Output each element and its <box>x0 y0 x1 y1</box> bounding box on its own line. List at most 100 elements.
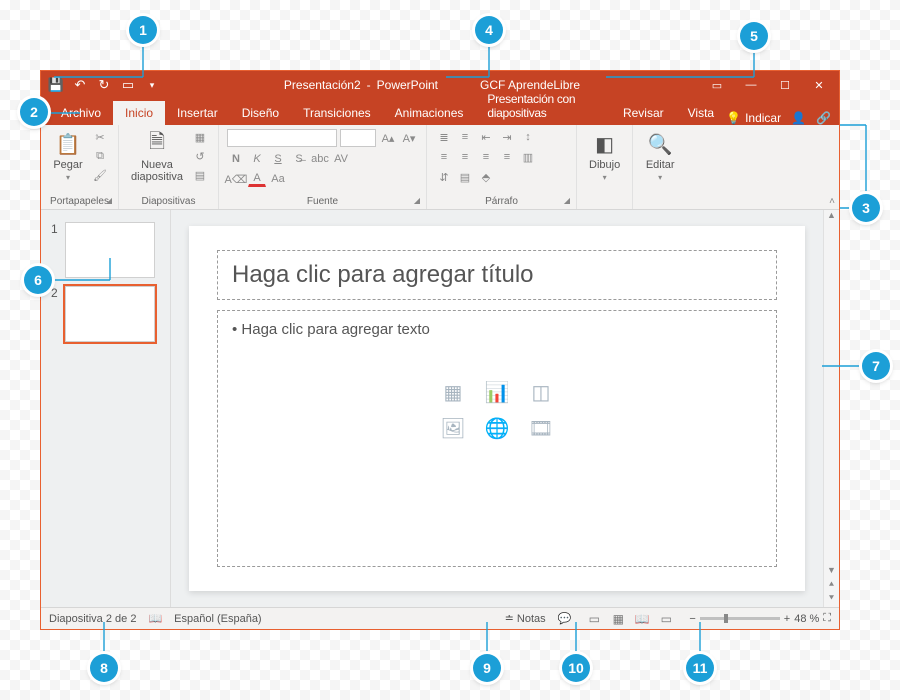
vertical-scrollbar[interactable]: ▲ ▼ ⯅ ⯆ <box>823 210 839 607</box>
tab-insertar[interactable]: Insertar <box>165 101 230 125</box>
section-icon[interactable]: ▤ <box>191 167 209 183</box>
clear-format-icon[interactable]: A⌫ <box>227 171 245 187</box>
lightbulb-icon: 💡 <box>726 111 741 125</box>
chevron-down-icon: ▾ <box>66 173 70 182</box>
normal-view-icon[interactable]: ▭ <box>583 611 605 627</box>
zoom-percent[interactable]: 48 % <box>794 613 819 625</box>
qat-customize-icon[interactable]: ▾ <box>141 74 163 96</box>
line-spacing-icon[interactable]: ↕ <box>519 129 537 145</box>
zoom-slider[interactable] <box>700 617 780 620</box>
bold-icon[interactable]: N <box>227 151 245 167</box>
maximize-icon[interactable]: ☐ <box>769 74 801 96</box>
start-slideshow-icon[interactable]: ▭ <box>117 74 139 96</box>
tab-revisar[interactable]: Revisar <box>611 101 676 125</box>
dialog-launcher-icon[interactable]: ◢ <box>564 196 570 205</box>
share-icon[interactable]: 🔗 <box>816 111 831 125</box>
callout-8: 8 <box>90 654 118 682</box>
fit-window-icon[interactable]: ⛶ <box>823 612 831 625</box>
font-family-select[interactable] <box>227 129 337 147</box>
collapse-ribbon-icon[interactable]: ˄ <box>829 196 835 207</box>
minimize-icon[interactable]: — <box>735 74 767 96</box>
columns-icon[interactable]: ▥ <box>519 149 537 165</box>
close-icon[interactable]: ✕ <box>803 74 835 96</box>
italic-icon[interactable]: K <box>248 151 266 167</box>
insert-online-picture-icon[interactable]: 🌐 <box>479 414 515 442</box>
underline-icon[interactable]: S <box>269 151 287 167</box>
slideshow-view-icon[interactable]: ▭ <box>655 611 677 627</box>
align-right-icon[interactable]: ≡ <box>477 149 495 165</box>
align-text-icon[interactable]: ▤ <box>456 169 474 185</box>
paste-button[interactable]: 📋 Pegar ▾ <box>49 129 87 184</box>
strikethrough-icon[interactable]: S̶ <box>290 151 308 167</box>
insert-table-icon[interactable]: ▦ <box>435 378 471 406</box>
insert-video-icon[interactable]: 🎞 <box>523 414 559 442</box>
grow-font-icon[interactable]: A▴ <box>379 130 397 146</box>
quick-access-toolbar: 💾 ↶ ↻ ▭ ▾ <box>45 74 163 96</box>
thumbnail-2[interactable]: 2 <box>41 282 170 346</box>
thumbnail-1[interactable]: 1 <box>41 218 170 282</box>
indent-inc-icon[interactable]: ⇥ <box>498 129 516 145</box>
insert-smartart-icon[interactable]: ◫ <box>523 378 559 406</box>
prev-slide-icon[interactable]: ⯅ <box>824 579 839 593</box>
numbering-icon[interactable]: ≡ <box>456 129 474 145</box>
align-left-icon[interactable]: ≡ <box>435 149 453 165</box>
smartart-icon[interactable]: ⬘ <box>477 169 495 185</box>
ribbon-display-icon[interactable]: ▭ <box>701 74 733 96</box>
justify-icon[interactable]: ≡ <box>498 149 516 165</box>
reset-icon[interactable]: ↺ <box>191 148 209 164</box>
next-slide-icon[interactable]: ⯆ <box>824 593 839 607</box>
new-slide-button[interactable]: 🗎 Nueva diapositiva <box>127 129 187 185</box>
zoom-out-icon[interactable]: − <box>689 613 695 625</box>
highlight-icon[interactable]: Aa <box>269 171 287 187</box>
tab-transiciones[interactable]: Transiciones <box>291 101 383 125</box>
sorter-view-icon[interactable]: ▦ <box>607 611 629 627</box>
drawing-button[interactable]: ◧ Dibujo ▾ <box>585 129 624 184</box>
copy-icon[interactable]: ⧉ <box>91 148 109 164</box>
font-size-select[interactable] <box>340 129 376 147</box>
insert-chart-icon[interactable]: 📊 <box>479 378 515 406</box>
layout-icon[interactable]: ▦ <box>191 129 209 145</box>
cut-icon[interactable]: ✂ <box>91 129 109 145</box>
tell-me[interactable]: 💡 Indicar <box>726 111 781 125</box>
callout-4: 4 <box>475 16 503 44</box>
language-indicator[interactable]: Español (España) <box>174 613 261 625</box>
zoom-in-icon[interactable]: + <box>784 613 790 625</box>
callout-10: 10 <box>562 654 590 682</box>
text-direction-icon[interactable]: ⇵ <box>435 169 453 185</box>
shadow-icon[interactable]: abc <box>311 151 329 167</box>
dialog-launcher-icon[interactable]: ◢ <box>106 196 112 205</box>
indent-dec-icon[interactable]: ⇤ <box>477 129 495 145</box>
format-painter-icon[interactable]: 🖌 <box>91 167 109 183</box>
reading-view-icon[interactable]: 📖 <box>631 611 653 627</box>
dialog-launcher-icon[interactable]: ◢ <box>414 196 420 205</box>
font-color-icon[interactable]: A <box>248 171 266 187</box>
tab-inicio[interactable]: Inicio <box>113 101 165 125</box>
tab-diseno[interactable]: Diseño <box>230 101 291 125</box>
callout-2: 2 <box>20 98 48 126</box>
zoom-control: − + 48 % ⛶ <box>689 612 831 625</box>
insert-picture-icon[interactable]: 🖼 <box>435 414 471 442</box>
ribbon: 📋 Pegar ▾ ✂ ⧉ 🖌 Portapapeles◢ 🗎 Nueva di… <box>41 125 839 210</box>
content-placeholder[interactable]: • Haga clic para agregar texto ▦ 📊 ◫ 🖼 🌐… <box>217 310 777 567</box>
save-icon[interactable]: 💾 <box>45 74 67 96</box>
scroll-down-icon[interactable]: ▼ <box>824 565 839 579</box>
undo-icon[interactable]: ↶ <box>69 74 91 96</box>
comments-icon[interactable]: 💬 <box>558 612 572 625</box>
align-center-icon[interactable]: ≡ <box>456 149 474 165</box>
scroll-up-icon[interactable]: ▲ <box>824 210 839 224</box>
slide-canvas[interactable]: Haga clic para agregar título • Haga cli… <box>189 226 805 591</box>
title-placeholder[interactable]: Haga clic para agregar título <box>217 250 777 300</box>
notes-button[interactable]: ≐ Notas <box>505 612 546 625</box>
tab-archivo[interactable]: Archivo <box>49 101 113 125</box>
spacing-icon[interactable]: AV <box>332 151 350 167</box>
tab-animaciones[interactable]: Animaciones <box>383 101 476 125</box>
redo-icon[interactable]: ↻ <box>93 74 115 96</box>
tab-presentacion[interactable]: Presentación con diapositivas <box>475 87 611 125</box>
sign-in-icon[interactable]: 👤 <box>791 111 806 125</box>
spellcheck-icon[interactable]: 📖 <box>148 612 162 625</box>
tab-vista[interactable]: Vista <box>676 101 726 125</box>
shrink-font-icon[interactable]: A▾ <box>400 130 418 146</box>
bullets-icon[interactable]: ≣ <box>435 129 453 145</box>
editing-button[interactable]: 🔍 Editar ▾ <box>641 129 679 184</box>
group-slides: 🗎 Nueva diapositiva ▦ ↺ ▤ Diapositivas <box>119 125 219 209</box>
